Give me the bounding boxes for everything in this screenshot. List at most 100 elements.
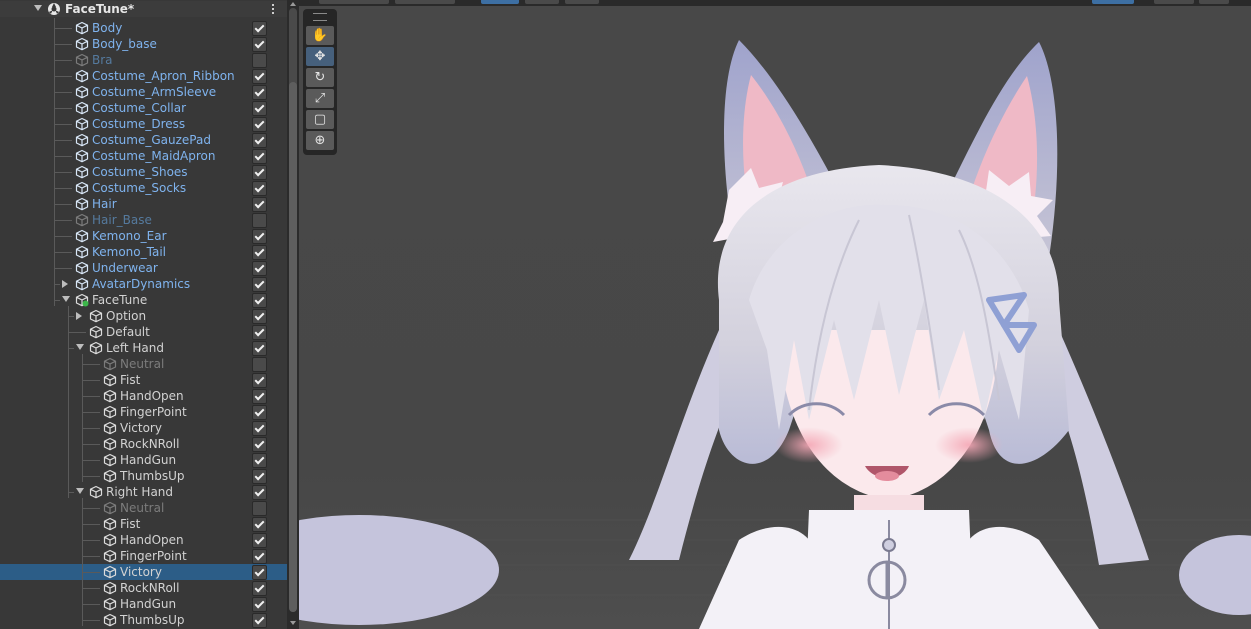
hierarchy-row[interactable]: Neutral bbox=[0, 356, 287, 372]
more-options-icon[interactable] bbox=[271, 4, 275, 16]
expand-arrow-icon[interactable] bbox=[76, 312, 82, 320]
hierarchy-scrollbar[interactable] bbox=[287, 0, 299, 629]
active-toggle-checkbox[interactable] bbox=[252, 293, 267, 308]
expand-arrow-icon[interactable] bbox=[34, 5, 42, 11]
active-toggle-checkbox[interactable] bbox=[252, 117, 267, 132]
scroll-down-icon[interactable] bbox=[290, 621, 296, 625]
active-toggle-checkbox[interactable] bbox=[252, 613, 267, 628]
hierarchy-row[interactable]: HandGun bbox=[0, 596, 287, 612]
collapse-arrow-icon[interactable] bbox=[76, 488, 84, 494]
active-toggle-checkbox[interactable] bbox=[252, 165, 267, 180]
hierarchy-row[interactable]: Victory bbox=[0, 420, 287, 436]
drag-handle-icon[interactable] bbox=[313, 13, 327, 21]
hierarchy-row[interactable]: Costume_Dress bbox=[0, 116, 287, 132]
active-toggle-checkbox[interactable] bbox=[252, 149, 267, 164]
scrollbar-thumb[interactable] bbox=[289, 82, 297, 612]
rect-tool-icon[interactable]: ▢ bbox=[306, 110, 334, 129]
transform-tool-icon[interactable]: ⊕ bbox=[306, 131, 334, 150]
hierarchy-root-row[interactable]: FaceTune* bbox=[0, 1, 287, 17]
active-toggle-checkbox[interactable] bbox=[252, 53, 267, 68]
hierarchy-row[interactable]: Victory bbox=[0, 564, 287, 580]
hierarchy-row[interactable]: Default bbox=[0, 324, 287, 340]
scroll-up-icon[interactable] bbox=[290, 2, 296, 6]
toolbar-button[interactable] bbox=[565, 0, 599, 4]
toolbar-button-active[interactable] bbox=[481, 0, 519, 4]
hierarchy-row[interactable]: Kemono_Ear bbox=[0, 228, 287, 244]
hierarchy-row[interactable]: HandOpen bbox=[0, 532, 287, 548]
hierarchy-row[interactable]: HandOpen bbox=[0, 388, 287, 404]
hand-tool-icon[interactable]: ✋ bbox=[306, 26, 334, 45]
hierarchy-row[interactable]: AvatarDynamics bbox=[0, 276, 287, 292]
hierarchy-row[interactable]: Costume_Shoes bbox=[0, 164, 287, 180]
hierarchy-row[interactable]: Left Hand bbox=[0, 340, 287, 356]
collapse-arrow-icon[interactable] bbox=[62, 296, 70, 302]
move-tool-icon[interactable]: ✥ bbox=[306, 47, 334, 66]
active-toggle-checkbox[interactable] bbox=[252, 565, 267, 580]
hierarchy-row[interactable]: HandGun bbox=[0, 452, 287, 468]
hierarchy-row[interactable]: Costume_ArmSleeve bbox=[0, 84, 287, 100]
active-toggle-checkbox[interactable] bbox=[252, 245, 267, 260]
active-toggle-checkbox[interactable] bbox=[252, 325, 267, 340]
hierarchy-row[interactable]: Costume_MaidApron bbox=[0, 148, 287, 164]
hierarchy-row[interactable]: Costume_GauzePad bbox=[0, 132, 287, 148]
active-toggle-checkbox[interactable] bbox=[252, 405, 267, 420]
toolbar-button[interactable] bbox=[525, 0, 559, 4]
active-toggle-checkbox[interactable] bbox=[252, 69, 267, 84]
active-toggle-checkbox[interactable] bbox=[252, 453, 267, 468]
hierarchy-row[interactable]: FingerPoint bbox=[0, 404, 287, 420]
collapse-arrow-icon[interactable] bbox=[76, 344, 84, 350]
active-toggle-checkbox[interactable] bbox=[252, 133, 267, 148]
hierarchy-row[interactable]: Hair bbox=[0, 196, 287, 212]
active-toggle-checkbox[interactable] bbox=[252, 549, 267, 564]
active-toggle-checkbox[interactable] bbox=[252, 213, 267, 228]
hierarchy-row[interactable]: ThumbsUp bbox=[0, 468, 287, 484]
hierarchy-row[interactable]: FaceTune bbox=[0, 292, 287, 308]
active-toggle-checkbox[interactable] bbox=[252, 421, 267, 436]
active-toggle-checkbox[interactable] bbox=[252, 597, 267, 612]
active-toggle-checkbox[interactable] bbox=[252, 197, 267, 212]
hierarchy-row[interactable]: Fist bbox=[0, 372, 287, 388]
hierarchy-row[interactable]: Costume_Apron_Ribbon bbox=[0, 68, 287, 84]
active-toggle-checkbox[interactable] bbox=[252, 501, 267, 516]
hierarchy-row[interactable]: Neutral bbox=[0, 500, 287, 516]
active-toggle-checkbox[interactable] bbox=[252, 469, 267, 484]
active-toggle-checkbox[interactable] bbox=[252, 229, 267, 244]
hierarchy-row[interactable]: FingerPoint bbox=[0, 548, 287, 564]
scene-view[interactable]: ✋ ✥ ↻ ⤢ ▢ ⊕ bbox=[299, 0, 1251, 629]
toolbar-button[interactable] bbox=[395, 0, 455, 4]
active-toggle-checkbox[interactable] bbox=[252, 389, 267, 404]
scale-tool-icon[interactable]: ⤢ bbox=[306, 89, 334, 108]
toolbar-button[interactable] bbox=[1199, 0, 1229, 4]
active-toggle-checkbox[interactable] bbox=[252, 517, 267, 532]
hierarchy-row[interactable]: Right Hand bbox=[0, 484, 287, 500]
hierarchy-row[interactable]: RockNRoll bbox=[0, 580, 287, 596]
hierarchy-row[interactable]: Body bbox=[0, 20, 287, 36]
rotate-tool-icon[interactable]: ↻ bbox=[306, 68, 334, 87]
active-toggle-checkbox[interactable] bbox=[252, 341, 267, 356]
hierarchy-row[interactable]: Underwear bbox=[0, 260, 287, 276]
active-toggle-checkbox[interactable] bbox=[252, 277, 267, 292]
hierarchy-row[interactable]: Costume_Socks bbox=[0, 180, 287, 196]
active-toggle-checkbox[interactable] bbox=[252, 309, 267, 324]
hierarchy-row[interactable]: Fist bbox=[0, 516, 287, 532]
hierarchy-row[interactable]: Bra bbox=[0, 52, 287, 68]
active-toggle-checkbox[interactable] bbox=[252, 437, 267, 452]
hierarchy-row[interactable]: Costume_Collar bbox=[0, 100, 287, 116]
active-toggle-checkbox[interactable] bbox=[252, 37, 267, 52]
hierarchy-row[interactable]: Option bbox=[0, 308, 287, 324]
hierarchy-row[interactable]: Kemono_Tail bbox=[0, 244, 287, 260]
active-toggle-checkbox[interactable] bbox=[252, 21, 267, 36]
active-toggle-checkbox[interactable] bbox=[252, 85, 267, 100]
active-toggle-checkbox[interactable] bbox=[252, 581, 267, 596]
toolbar-button-active[interactable] bbox=[1092, 0, 1134, 4]
hierarchy-row[interactable]: ThumbsUp bbox=[0, 612, 287, 628]
hierarchy-row[interactable]: RockNRoll bbox=[0, 436, 287, 452]
active-toggle-checkbox[interactable] bbox=[252, 533, 267, 548]
active-toggle-checkbox[interactable] bbox=[252, 357, 267, 372]
active-toggle-checkbox[interactable] bbox=[252, 101, 267, 116]
toolbar-button[interactable] bbox=[319, 0, 389, 4]
hierarchy-row[interactable]: Body_base bbox=[0, 36, 287, 52]
expand-arrow-icon[interactable] bbox=[62, 280, 68, 288]
active-toggle-checkbox[interactable] bbox=[252, 261, 267, 276]
hierarchy-row[interactable]: Hair_Base bbox=[0, 212, 287, 228]
